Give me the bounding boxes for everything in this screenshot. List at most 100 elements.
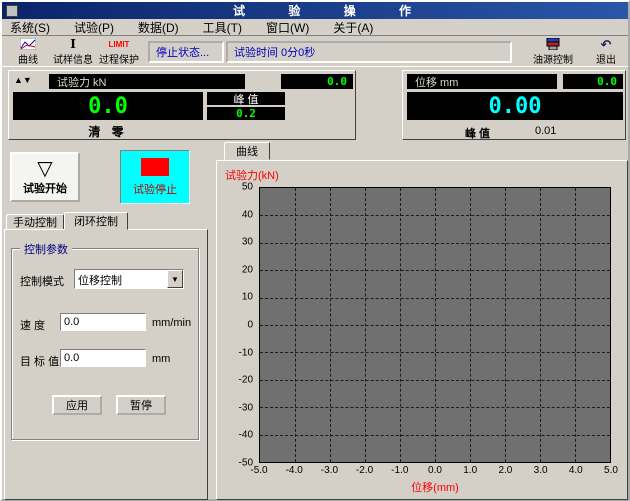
target-input[interactable]: [60, 349, 146, 367]
apply-button[interactable]: 应用: [52, 395, 102, 415]
force-title-text: 试验力 kN: [57, 74, 107, 90]
title-bar[interactable]: 试 验 操 作: [2, 2, 628, 19]
stop-square-icon: [141, 158, 169, 176]
menu-item[interactable]: 窗口(W): [258, 18, 325, 37]
target-unit: mm: [152, 353, 170, 365]
mode-value: 位移控制: [75, 270, 167, 288]
test-stop-label: 试验停止: [133, 181, 177, 197]
force-peak-value: 0.2: [236, 107, 256, 120]
speed-input[interactable]: [60, 313, 146, 331]
force-aux-display: 0.0: [281, 74, 353, 89]
process-protection-button[interactable]: LIMIT 过程保护: [96, 38, 142, 66]
oil-source-label: 油源控制: [533, 51, 573, 66]
y-tick-label: -30: [239, 402, 253, 413]
menu-item[interactable]: 关于(A): [325, 18, 389, 37]
y-tick-label: 0: [247, 320, 253, 331]
oil-source-icon: [546, 38, 560, 51]
app-window: 试 验 操 作 系统(S)试验(P)数据(D)工具(T)窗口(W)关于(A) 曲…: [0, 0, 630, 501]
control-params-title: 控制参数: [20, 241, 72, 257]
status-time-text: 试验时间 0分0秒: [234, 44, 315, 60]
y-tick-label: -10: [239, 347, 253, 358]
tab-curve-label: 曲线: [236, 143, 258, 159]
x-tick-label: 4.0: [569, 465, 583, 476]
mode-combobox[interactable]: 位移控制 ▼: [74, 269, 184, 289]
curve-button-label: 曲线: [18, 51, 38, 66]
target-label: 目 标 值: [20, 353, 59, 369]
oil-source-button[interactable]: 油源控制: [530, 38, 576, 66]
x-axis-labels: -5.0-4.0-3.0-2.0-1.00.01.02.03.04.05.0: [259, 465, 611, 477]
speed-label: 速 度: [20, 317, 45, 333]
y-tick-label: 30: [242, 237, 253, 248]
exit-label: 退出: [596, 51, 616, 66]
chart-tab-control: 曲线 试验力(kN) 50403020100-10-20-30-40-50 -5…: [216, 142, 628, 500]
curve-icon: [20, 38, 36, 51]
displacement-display-panel: 位移 mm 0.0 0.00 峰 值 0.01: [402, 70, 626, 140]
x-tick-label: -5.0: [250, 465, 267, 476]
force-value-display: 0.0: [13, 92, 203, 120]
pause-button-label: 暂停: [130, 397, 152, 413]
x-tick-label: 3.0: [534, 465, 548, 476]
displacement-peak-label: 峰 值: [465, 125, 490, 141]
force-peak-label: 峰 值: [207, 92, 285, 105]
specimen-info-label: 试样信息: [53, 51, 93, 66]
test-start-button[interactable]: ▽ 试验开始: [10, 152, 80, 202]
tab-curve[interactable]: 曲线: [224, 142, 270, 160]
apply-button-label: 应用: [66, 397, 88, 413]
tab-manual-label: 手动控制: [13, 214, 57, 230]
tab-manual-control[interactable]: 手动控制: [6, 214, 64, 230]
force-title: 试验力 kN: [49, 74, 245, 89]
force-peak-display: 0.2: [207, 107, 285, 120]
menu-bar: 系统(S)试验(P)数据(D)工具(T)窗口(W)关于(A): [2, 19, 628, 36]
exit-icon: ↶: [601, 38, 612, 51]
v-gridline: [540, 188, 541, 462]
chart-x-axis-title: 位移(mm): [259, 479, 611, 495]
clear-zero-button[interactable]: 清 零: [13, 123, 203, 140]
displacement-peak-label-text: 峰 值: [465, 128, 490, 140]
plot-area[interactable]: [259, 187, 611, 463]
displacement-peak-value: 0.01: [535, 125, 556, 137]
y-axis-labels: 50403020100-10-20-30-40-50: [217, 187, 257, 463]
dropdown-arrow-icon[interactable]: ▼: [167, 270, 183, 288]
x-tick-label: -4.0: [286, 465, 303, 476]
exit-button[interactable]: ↶ 退出: [584, 38, 628, 66]
window-title: 试 验 操 作: [22, 2, 628, 19]
displacement-value-display: 0.00: [407, 92, 623, 120]
status-state: 停止状态...: [148, 41, 224, 63]
tab-closed-loop-control[interactable]: 闭环控制: [64, 212, 128, 230]
control-params-group: 控制参数 控制模式 位移控制 ▼ 速 度 mm/min 目 标 值 mm 应用 …: [11, 248, 199, 440]
displacement-value: 0.00: [489, 94, 542, 119]
status-time: 试验时间 0分0秒: [226, 41, 512, 63]
force-aux-value: 0.0: [327, 75, 347, 88]
specimen-info-button[interactable]: I 试样信息: [50, 38, 96, 66]
x-tick-label: 2.0: [498, 465, 512, 476]
menu-item[interactable]: 工具(T): [195, 18, 258, 37]
control-tabs: 手动控制 闭环控制 控制参数 控制模式 位移控制 ▼ 速 度 mm/min 目 …: [4, 212, 208, 500]
v-gridline: [505, 188, 506, 462]
x-tick-label: 5.0: [604, 465, 618, 476]
x-tick-label: 1.0: [463, 465, 477, 476]
menu-item[interactable]: 试验(P): [66, 18, 130, 37]
x-tick-label: 0.0: [428, 465, 442, 476]
v-gridline: [330, 188, 331, 462]
process-protection-label: 过程保护: [99, 51, 139, 66]
x-tick-label: -1.0: [391, 465, 408, 476]
displacement-aux-display: 0.0: [563, 74, 623, 89]
y-tick-label: 40: [242, 209, 253, 220]
v-gridline: [575, 188, 576, 462]
speed-unit: mm/min: [152, 317, 191, 329]
menu-item[interactable]: 数据(D): [130, 18, 195, 37]
curve-button[interactable]: 曲线: [6, 38, 50, 66]
specimen-info-icon: I: [70, 38, 76, 51]
limit-icon: LIMIT: [109, 38, 130, 51]
force-peak-label-text: 峰 值: [233, 91, 258, 107]
tab-closed-loop-label: 闭环控制: [74, 213, 118, 229]
y-tick-label: 50: [242, 182, 253, 193]
test-stop-button[interactable]: 试验停止: [120, 150, 190, 204]
y-tick-label: 20: [242, 264, 253, 275]
x-tick-label: -3.0: [321, 465, 338, 476]
force-display-panel: ▲▼ 试验力 kN 0.0 0.0 峰 值 0.2 清 零: [8, 70, 356, 140]
menu-item[interactable]: 系统(S): [2, 18, 66, 37]
pause-button[interactable]: 暂停: [116, 395, 166, 415]
closed-loop-tab-page: 控制参数 控制模式 位移控制 ▼ 速 度 mm/min 目 标 值 mm 应用 …: [4, 229, 208, 500]
y-tick-label: -20: [239, 375, 253, 386]
